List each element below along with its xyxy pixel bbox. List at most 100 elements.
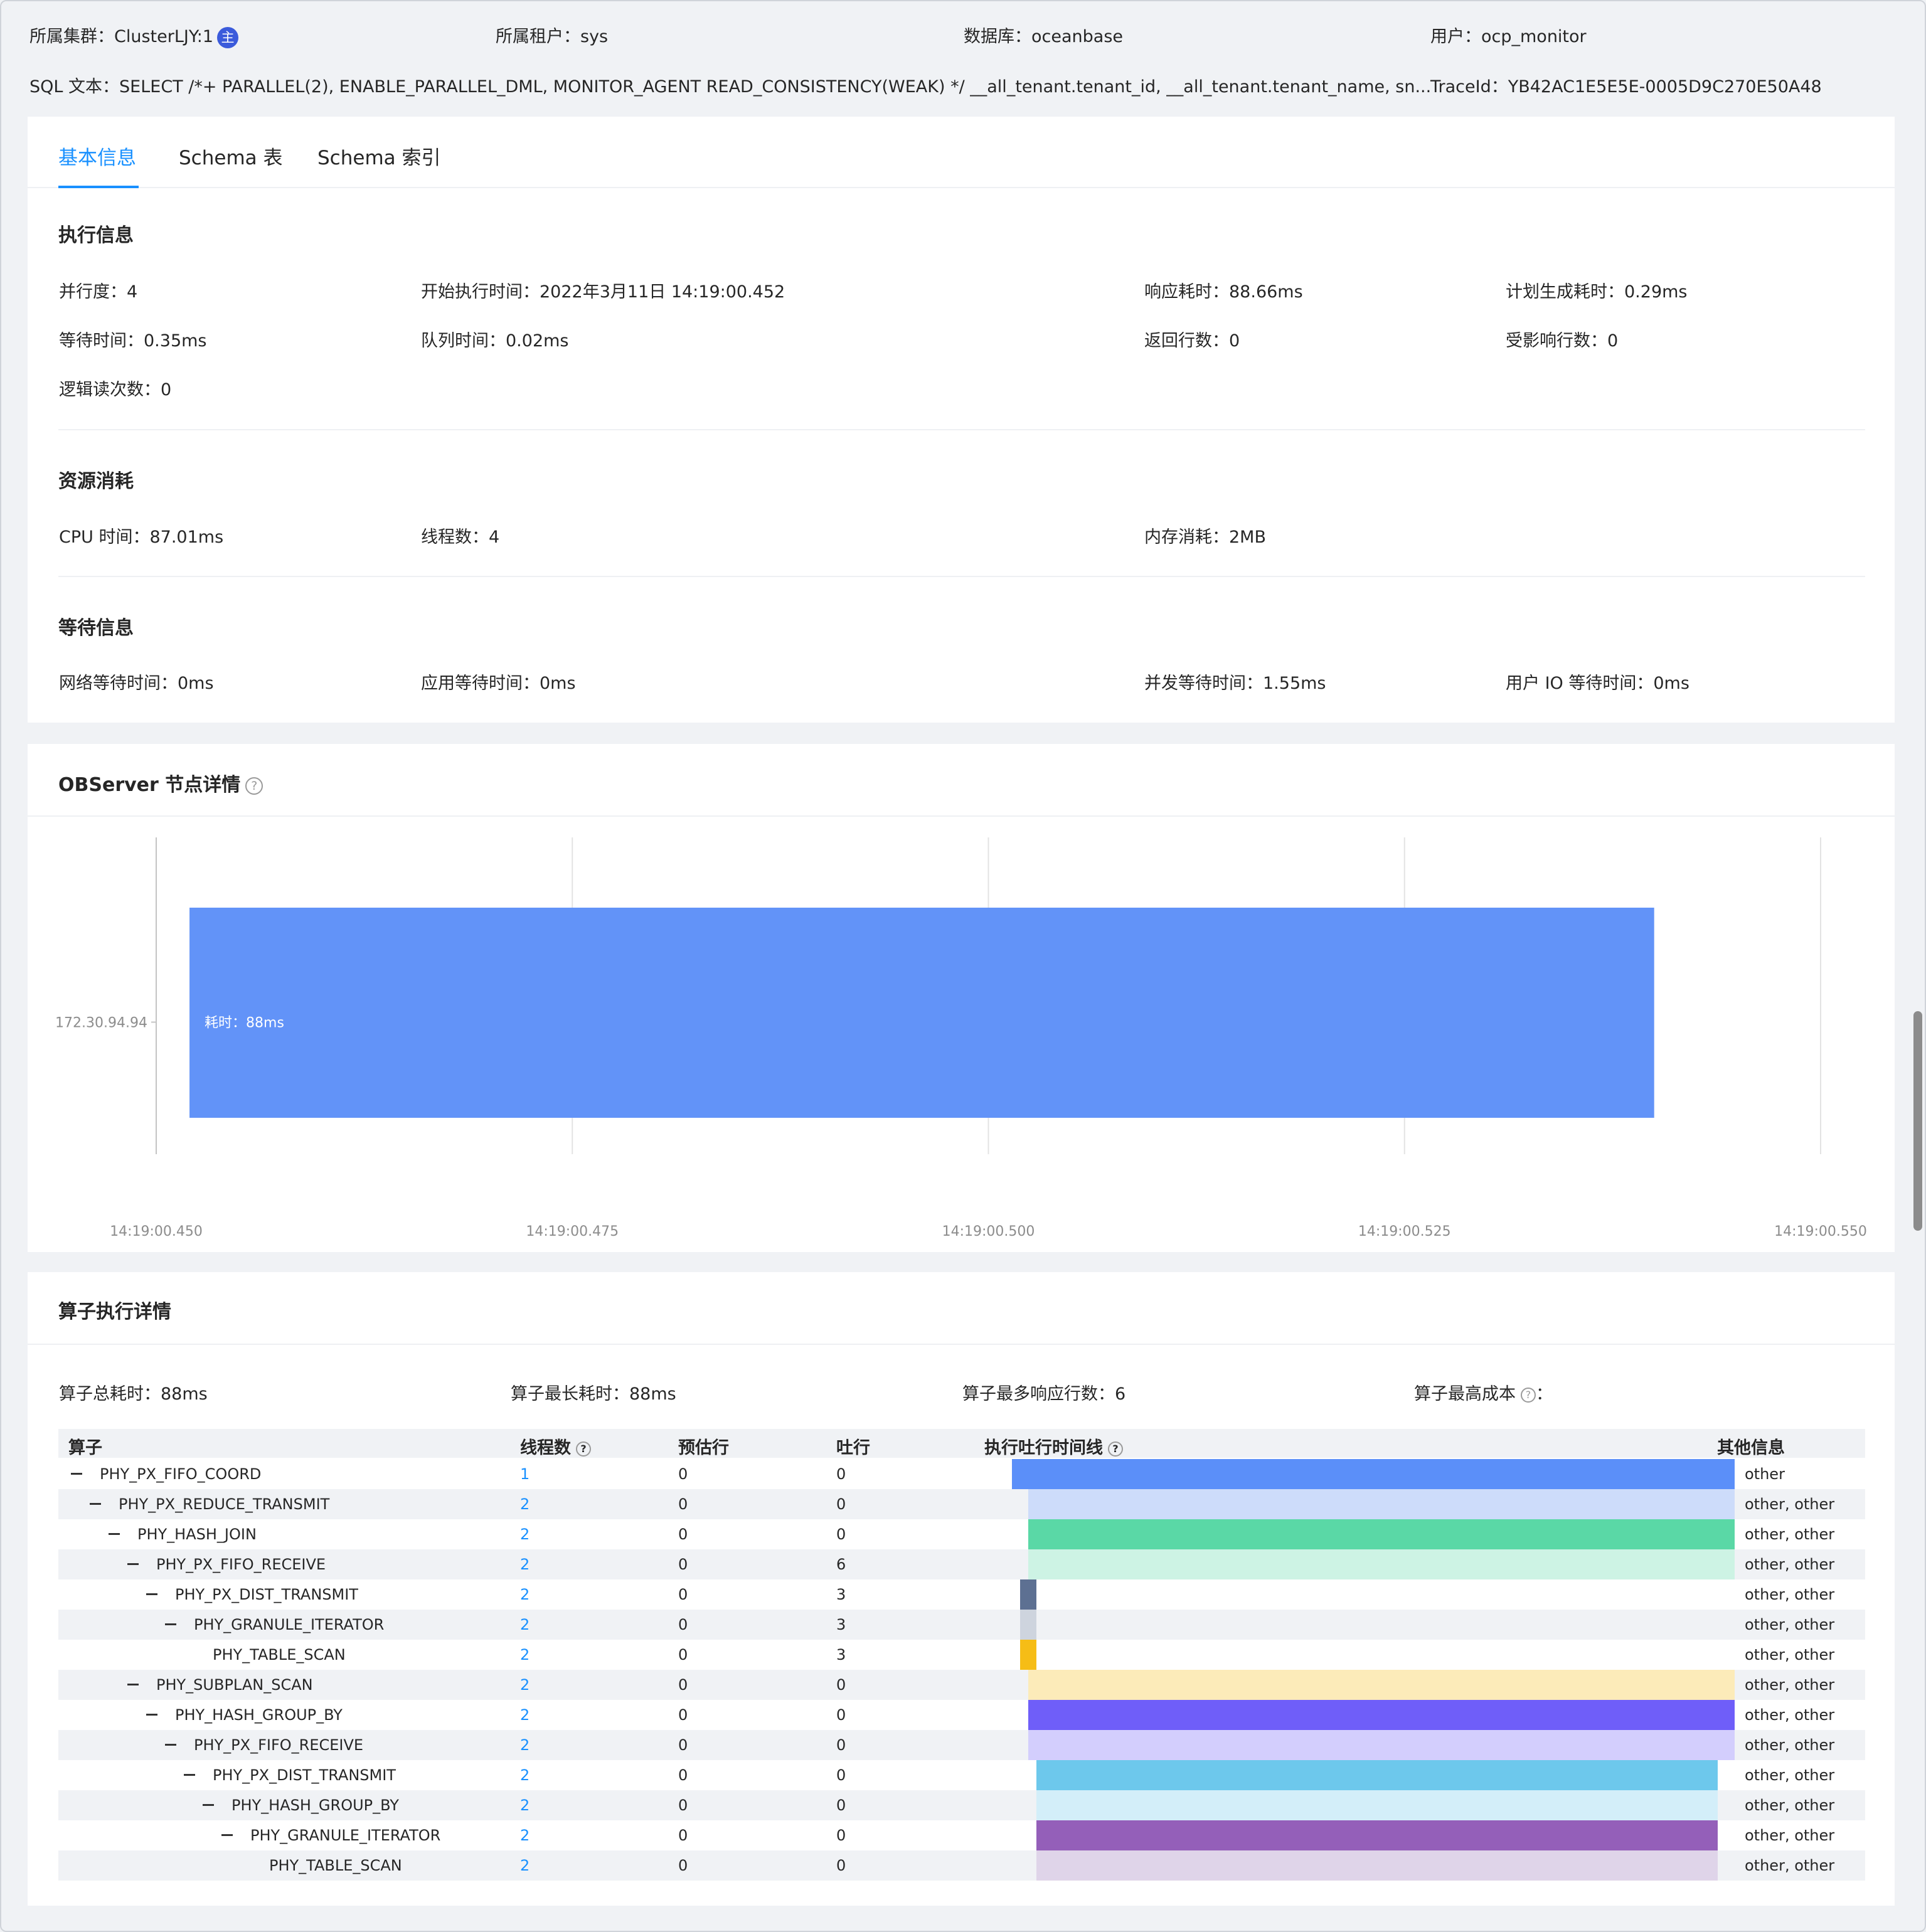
operator-summary-max-cost: 算子最高成本?： xyxy=(1414,1380,1553,1404)
table-row[interactable]: PHY_PX_FIFO_RECEIVE 2 0 6 other, other xyxy=(58,1549,1865,1579)
operator-name: PHY_HASH_GROUP_BY xyxy=(231,1797,399,1814)
thread-count-link[interactable]: 2 xyxy=(520,1797,529,1814)
collapse-icon[interactable] xyxy=(127,1684,139,1685)
timeline-bar[interactable] xyxy=(1012,1459,1735,1489)
collapse-icon[interactable] xyxy=(221,1834,233,1836)
help-icon[interactable]: ? xyxy=(245,777,263,795)
table-row[interactable]: PHY_TABLE_SCAN 2 0 0 other, other xyxy=(58,1850,1865,1881)
thread-count-link[interactable]: 2 xyxy=(520,1766,529,1784)
collapse-icon[interactable] xyxy=(165,1623,176,1625)
help-icon[interactable]: ? xyxy=(1108,1441,1123,1457)
table-row[interactable]: PHY_SUBPLAN_SCAN 2 0 0 other, other xyxy=(58,1670,1865,1700)
output-rows: 3 xyxy=(836,1616,846,1633)
help-icon[interactable]: ? xyxy=(576,1441,591,1457)
collapse-icon[interactable] xyxy=(146,1593,157,1595)
thread-count-link[interactable]: 2 xyxy=(520,1646,529,1664)
exec-info-item: 并行度：4 xyxy=(59,282,138,302)
table-row[interactable]: PHY_PX_DIST_TRANSMIT 2 0 3 other, other xyxy=(58,1579,1865,1610)
thread-count-link[interactable]: 2 xyxy=(520,1526,529,1543)
timeline-bar[interactable] xyxy=(1036,1820,1718,1850)
table-row[interactable]: PHY_PX_FIFO_RECEIVE 2 0 0 other, other xyxy=(58,1730,1865,1760)
operator-name: PHY_PX_REDUCE_TRANSMIT xyxy=(119,1495,330,1513)
timeline-bar[interactable] xyxy=(1019,1640,1037,1670)
thread-count-link[interactable]: 2 xyxy=(520,1857,529,1874)
table-row[interactable]: PHY_TABLE_SCAN 2 0 3 other, other xyxy=(58,1640,1865,1670)
timeline-bar[interactable] xyxy=(1028,1489,1735,1519)
timeline-bar[interactable] xyxy=(1028,1549,1735,1579)
estimated-rows: 0 xyxy=(678,1827,688,1844)
resource-item: CPU 时间：87.01ms xyxy=(59,528,224,547)
operator-name: PHY_HASH_JOIN xyxy=(137,1526,257,1543)
timeline-bar[interactable] xyxy=(1019,1579,1037,1610)
exec-info-item: 受影响行数：0 xyxy=(1506,331,1619,351)
operator-name: PHY_SUBPLAN_SCAN xyxy=(156,1676,313,1694)
timeline-bar[interactable] xyxy=(1019,1610,1037,1640)
operator-name: PHY_PX_FIFO_RECEIVE xyxy=(194,1736,364,1754)
collapse-icon[interactable] xyxy=(109,1533,120,1535)
other-info: other, other xyxy=(1745,1766,1835,1784)
resource-item: 内存消耗：2MB xyxy=(1144,528,1266,547)
thread-count-link[interactable]: 2 xyxy=(520,1706,529,1724)
thread-count-link[interactable]: 2 xyxy=(520,1827,529,1844)
collapse-icon[interactable] xyxy=(165,1744,176,1746)
tab-bar: 基本信息 Schema 表 Schema 索引 xyxy=(28,117,1895,188)
exec-info-item: 返回行数：0 xyxy=(1144,331,1240,351)
trace-id: TraceId：YB42AC1E5E5E-0005D9C270E50A48 xyxy=(1430,77,1822,97)
operator-name: PHY_TABLE_SCAN xyxy=(213,1646,346,1664)
collapse-icon[interactable] xyxy=(90,1503,101,1505)
exec-info-item: 响应耗时：88.66ms xyxy=(1144,282,1303,302)
sql-text[interactable]: SQL 文本：SELECT /*+ PARALLEL(2), ENABLE_PA… xyxy=(29,73,1431,97)
section-divider xyxy=(58,429,1865,430)
table-row[interactable]: PHY_HASH_JOIN 2 0 0 other, other xyxy=(58,1519,1865,1549)
table-row[interactable]: PHY_PX_REDUCE_TRANSMIT 2 0 0 other, other xyxy=(58,1489,1865,1519)
operator-name: PHY_HASH_GROUP_BY xyxy=(175,1706,343,1724)
operator-name: PHY_GRANULE_ITERATOR xyxy=(194,1616,385,1633)
collapse-icon[interactable] xyxy=(71,1473,82,1475)
collapse-icon[interactable] xyxy=(203,1804,214,1806)
timeline-bar[interactable] xyxy=(1028,1700,1735,1730)
collapse-icon[interactable] xyxy=(146,1714,157,1716)
thread-count-link[interactable]: 2 xyxy=(520,1586,529,1603)
timeline-bar[interactable] xyxy=(1028,1730,1735,1760)
wait-item: 网络等待时间：0ms xyxy=(59,674,214,693)
table-row[interactable]: PHY_GRANULE_ITERATOR 2 0 0 other, other xyxy=(58,1820,1865,1850)
thread-count-link[interactable]: 2 xyxy=(520,1495,529,1513)
table-row[interactable]: PHY_GRANULE_ITERATOR 2 0 3 other, other xyxy=(58,1610,1865,1640)
timeline-bar[interactable] xyxy=(1028,1519,1735,1549)
table-row[interactable]: PHY_PX_FIFO_COORD 1 0 0 other xyxy=(58,1459,1865,1489)
database-label: 数据库：oceanbase xyxy=(964,27,1123,46)
thread-count-link[interactable]: 2 xyxy=(520,1676,529,1694)
x-tick-label: 14:19:00.550 xyxy=(1774,1224,1867,1239)
observer-card-header: OBServer 节点详情? xyxy=(28,744,1895,817)
scrollbar-thumb[interactable] xyxy=(1913,1011,1922,1231)
timeline-bar[interactable] xyxy=(1036,1760,1718,1790)
operator-card-header: 算子执行详情 xyxy=(28,1272,1895,1345)
wait-item: 并发等待时间：1.55ms xyxy=(1144,674,1326,693)
thread-count-link[interactable]: 2 xyxy=(520,1556,529,1573)
thread-count-link[interactable]: 2 xyxy=(520,1616,529,1633)
tab-basic-info[interactable]: 基本信息 xyxy=(58,142,136,170)
thread-count-link[interactable]: 2 xyxy=(520,1736,529,1754)
table-row[interactable]: PHY_HASH_GROUP_BY 2 0 0 other, other xyxy=(58,1790,1865,1820)
tenant-label: 所属租户：sys xyxy=(496,27,609,46)
duration-bar-label: 耗时：88ms xyxy=(205,1016,284,1031)
col-timeline: 执行吐行时间线? xyxy=(984,1434,1123,1458)
timeline-bar[interactable] xyxy=(1036,1790,1718,1820)
help-icon[interactable]: ? xyxy=(1521,1387,1536,1403)
estimated-rows: 0 xyxy=(678,1646,688,1664)
tab-schema-index[interactable]: Schema 索引 xyxy=(317,142,441,170)
estimated-rows: 0 xyxy=(678,1616,688,1633)
operator-name: PHY_TABLE_SCAN xyxy=(269,1857,402,1874)
exec-info-item: 开始执行时间：2022年3月11日 14:19:00.452 xyxy=(421,282,785,302)
output-rows: 6 xyxy=(836,1556,846,1573)
collapse-icon[interactable] xyxy=(127,1563,139,1565)
timeline-bar[interactable] xyxy=(1028,1670,1735,1700)
table-row[interactable]: PHY_PX_DIST_TRANSMIT 2 0 0 other, other xyxy=(58,1760,1865,1790)
table-row[interactable]: PHY_HASH_GROUP_BY 2 0 0 other, other xyxy=(58,1700,1865,1730)
x-tick-label: 14:19:00.475 xyxy=(526,1224,619,1239)
timeline-bar[interactable] xyxy=(1036,1850,1718,1881)
thread-count-link[interactable]: 1 xyxy=(520,1465,529,1483)
basic-info-card: 基本信息 Schema 表 Schema 索引 执行信息 并行度：4 开始执行时… xyxy=(28,117,1895,723)
collapse-icon[interactable] xyxy=(184,1774,195,1776)
tab-schema-table[interactable]: Schema 表 xyxy=(179,142,283,170)
